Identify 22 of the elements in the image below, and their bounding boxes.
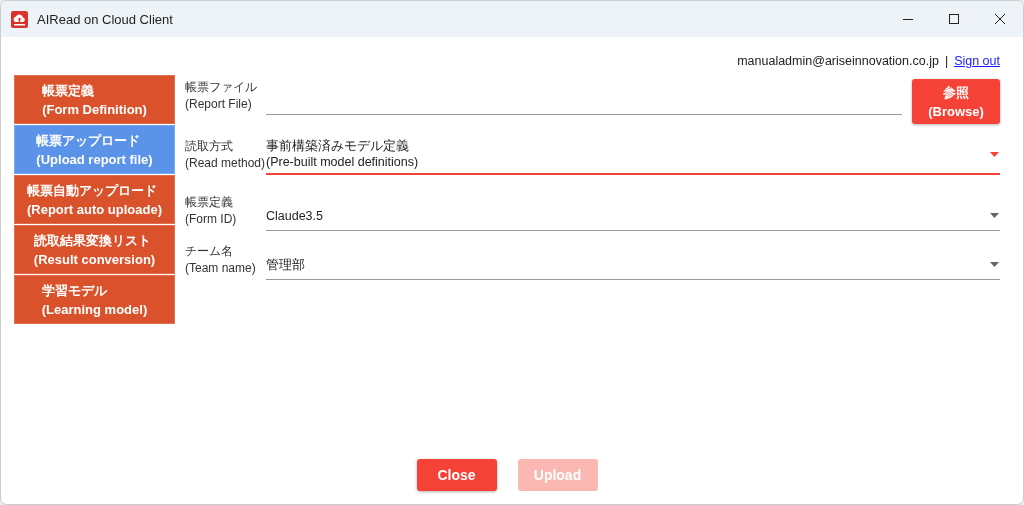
sidebar-item[interactable]: 帳票定義 (Form Definition) bbox=[14, 75, 175, 124]
dropdown-caret-icon[interactable] bbox=[990, 213, 999, 218]
user-email: manualadmin@ariseinnovation.co.jp bbox=[737, 54, 939, 68]
dropdown-caret-icon[interactable] bbox=[990, 262, 999, 267]
separator: | bbox=[944, 54, 949, 68]
sign-out-link[interactable]: Sign out bbox=[954, 54, 1000, 68]
field-label: 読取方式 (Read method) bbox=[185, 138, 266, 172]
close-button[interactable]: Close bbox=[416, 459, 497, 491]
dropdown-field[interactable]: 事前構築済みモデル定義 (Pre-built model definitions) bbox=[266, 138, 1000, 175]
dropdown-field[interactable]: Claude3.5 bbox=[266, 204, 1000, 231]
field-label: 帳票ファイル (Report File) bbox=[185, 79, 258, 113]
dropdown-caret-icon[interactable] bbox=[990, 151, 999, 157]
field-label: チーム名 (Team name) bbox=[185, 243, 257, 277]
sidebar-item[interactable]: 学習モデル (Learning model) bbox=[14, 275, 175, 324]
window-title: AIRead on Cloud Client bbox=[37, 11, 174, 27]
field-label: 帳票定義 (Form ID) bbox=[185, 194, 238, 228]
sidebar-item[interactable]: 読取結果変換リスト (Result conversion) bbox=[14, 225, 175, 274]
browse-button[interactable]: 参照 (Browse) bbox=[912, 79, 1000, 124]
dropdown-field[interactable]: 管理部 bbox=[266, 253, 1000, 280]
cloud-upload-app-icon bbox=[11, 10, 28, 28]
sidebar-item[interactable]: 帳票アップロード (Upload report file) bbox=[14, 125, 175, 174]
sidebar-item[interactable]: 帳票自動アップロード (Report auto uploade) bbox=[14, 175, 175, 224]
